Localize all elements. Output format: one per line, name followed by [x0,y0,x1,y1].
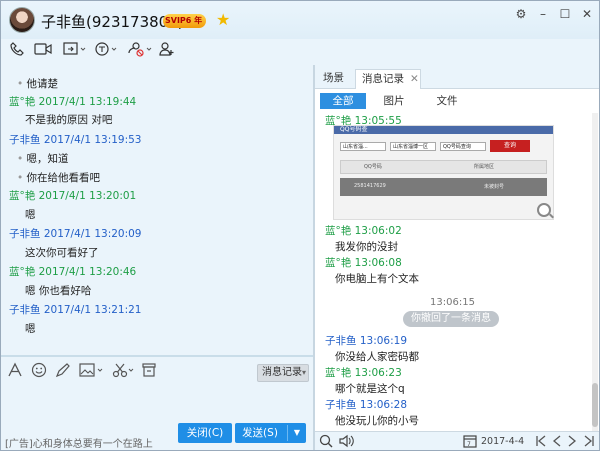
minimize-button[interactable]: – [532,5,554,23]
zoom-icon[interactable] [537,203,554,219]
message-text: 嗯 [25,323,36,335]
message-header: 蓝°艳 13:06:23 [325,367,402,379]
chevron-down-icon: ▾ [302,368,307,377]
share-screen-icon[interactable] [63,41,87,61]
filter-files[interactable]: 文件 [424,93,470,109]
close-tab-icon[interactable]: ✕ [410,73,419,85]
send-label: 发送(S) [242,427,278,439]
image-top-label: QQ号码查 [340,126,368,133]
image-field-3: QQ号码查询 [440,142,486,151]
avatar[interactable] [9,7,35,33]
search-icon[interactable] [319,434,333,450]
recall-notice: 你撤回了一条消息 [403,311,499,327]
star-icon[interactable]: ★ [216,10,230,29]
message-text: 嗯 [25,209,36,221]
maximize-button[interactable]: ☐ [554,5,576,23]
next-page-icon[interactable] [567,434,577,450]
ad-link[interactable]: [广告]心和身体总要有一个在路上 [5,435,153,450]
image-icon[interactable] [79,362,105,380]
video-icon[interactable] [34,41,52,61]
image-field-1: 山东省淄... [340,142,386,151]
tab-message-history[interactable]: 消息记录 ✕ [355,69,421,89]
list-item: • 嗯，知道 [17,153,69,165]
history-scrollbar[interactable] [592,113,598,431]
list-item: • 你在给他看看吧 [17,172,101,184]
svg-text:7: 7 [467,441,471,448]
message-text: 他没玩儿你的小号 [335,415,419,427]
message-text: 你电脑上有个文本 [335,273,419,285]
message-header: 蓝°艳 2017/4/1 13:19:44 [9,96,137,108]
image-query-button: 查询 [490,140,530,152]
message-text: 嗯 你也看好哈 [25,285,92,297]
last-page-icon[interactable] [583,434,595,450]
message-header: 蓝°艳 13:06:02 [325,225,402,237]
message-text: 不是我的原因 对吧 [25,114,113,126]
image-cell: 未被封号 [484,184,505,190]
message-header: 子非鱼 13:06:28 [325,399,407,411]
history-pane: 场景 消息记录 ✕ 全部 图片 文件 蓝°艳 13:05:55 QQ号码查 山东省… [315,65,599,450]
font-icon[interactable] [8,362,22,380]
message-text: 哪个就是这个q [335,383,405,395]
message-list[interactable]: • 他请楚 蓝°艳 2017/4/1 13:19:44 不是我的原因 对吧 子非… [1,65,313,355]
message-header: 蓝°艳 13:06:08 [325,257,402,269]
message-text: 你没给人家密码都 [335,351,419,363]
message-header: 蓝°艳 2017/4/1 13:20:01 [9,190,137,202]
add-member-icon[interactable] [159,41,175,61]
image-cell: QQ号码 [364,164,382,170]
first-page-icon[interactable] [535,434,547,450]
list-item: • 他请楚 [17,78,59,90]
message-header: 子非鱼 2017/4/1 13:19:53 [9,134,142,146]
chat-window: 子非鱼(923173805) SVIP6 年 ★ ⚙ – ☐ ✕ • 他请楚 蓝… [0,0,600,451]
title-bar: 子非鱼(923173805) SVIP6 年 ★ ⚙ – ☐ ✕ [1,1,599,39]
message-text: 我发你的没封 [335,241,398,253]
screenshot-scissors-icon[interactable] [112,362,136,380]
image-field-2: 山东省淄博一区 [390,142,436,151]
send-button[interactable]: 发送(S) ▼ [235,423,306,443]
toolbar [1,39,599,65]
message-header: 子非鱼 13:06:19 [325,335,407,347]
settings-icon[interactable]: ⚙ [510,5,532,23]
send-separator [287,425,288,441]
more-tools-icon[interactable] [142,362,156,380]
message-text: 这次你可看好了 [25,247,99,259]
emoji-icon[interactable] [31,362,47,380]
file-transfer-icon[interactable] [127,41,153,61]
history-tabs: 场景 消息记录 ✕ [315,65,599,89]
splitter[interactable] [1,355,313,357]
scrollbar-thumb[interactable] [592,383,598,427]
phone-icon[interactable] [9,41,25,61]
draw-icon[interactable] [55,362,71,380]
calendar-icon[interactable]: 7 [463,434,477,450]
tab-scene[interactable]: 场景 [317,69,350,89]
history-list[interactable]: 蓝°艳 13:05:55 QQ号码查 山东省淄... 山东省淄博一区 QQ号码查… [315,113,590,431]
svip-badge[interactable]: SVIP6 年 [163,14,207,28]
speaker-icon[interactable] [339,434,355,450]
image-cell: 所属地区 [474,164,495,170]
remote-assist-icon[interactable] [94,41,118,61]
date-label: 2017-4-4 [481,436,525,447]
message-header: 子非鱼 2017/4/1 13:20:09 [9,228,142,240]
prev-page-icon[interactable] [552,434,562,450]
filter-all[interactable]: 全部 [320,93,366,109]
history-bottom-bar: 7 2017-4-4 [315,431,599,450]
image-cell: 2581417629 [354,183,386,189]
send-options-chevron-icon[interactable]: ▼ [290,423,304,443]
recall-timestamp: 13:06:15 [430,297,475,308]
message-history-button[interactable]: 消息记录▾ [257,364,309,382]
close-button[interactable]: 关闭(C) [178,423,232,443]
history-filter: 全部 图片 文件 [315,89,599,113]
message-header: 蓝°艳 2017/4/1 13:20:46 [9,266,137,278]
close-window-button[interactable]: ✕ [576,5,598,23]
filter-images[interactable]: 图片 [371,93,417,109]
screenshot-image[interactable]: QQ号码查 山东省淄... 山东省淄博一区 QQ号码查询 查询 QQ号码 所属地… [333,125,554,220]
conversation-pane: • 他请楚 蓝°艳 2017/4/1 13:19:44 不是我的原因 对吧 子非… [1,65,313,450]
message-header: 子非鱼 2017/4/1 13:21:21 [9,304,142,316]
